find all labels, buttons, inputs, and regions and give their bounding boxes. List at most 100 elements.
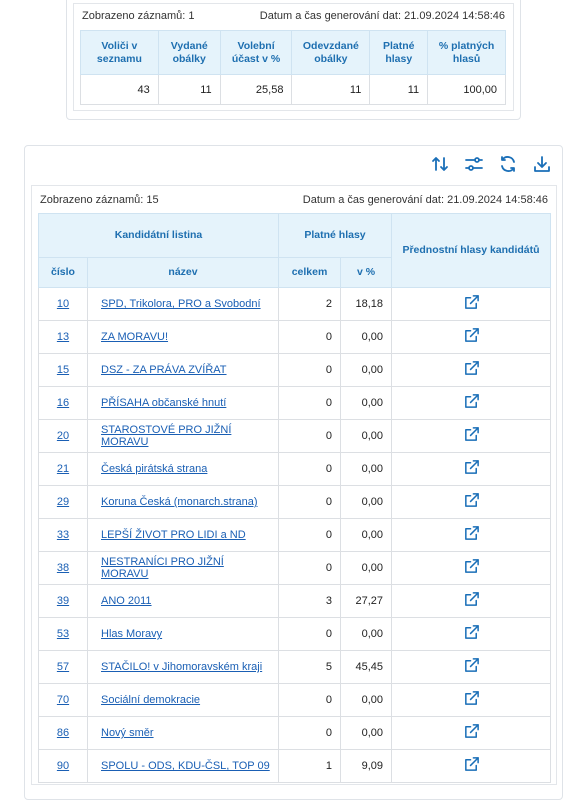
open-preferential-votes-button[interactable] — [463, 492, 480, 512]
party-number-link[interactable]: 57 — [57, 661, 69, 673]
party-number-link[interactable]: 70 — [57, 694, 69, 706]
table-row: 39 ANO 2011 3 27,27 — [38, 584, 551, 618]
table-row: 10 SPD, Trikolora, PRO a Svobodní 2 18,18 — [38, 287, 551, 321]
party-name-link[interactable]: Koruna Česká (monarch.strana) — [101, 496, 258, 508]
preferential-votes-cell — [391, 485, 551, 519]
open-preferential-votes-button[interactable] — [463, 756, 480, 776]
party-percent-votes: 0,00 — [340, 518, 392, 552]
party-percent-votes: 0,00 — [340, 419, 392, 453]
party-name-link[interactable]: SPOLU - ODS, KDU-ČSL, TOP 09 — [101, 760, 270, 772]
party-number-link[interactable]: 13 — [57, 331, 69, 343]
party-percent-votes: 0,00 — [340, 617, 392, 651]
party-name-link[interactable]: SPD, Trikolora, PRO a Svobodní — [101, 298, 261, 310]
parties-meta: Zobrazeno záznamů: 15 Datum a čas genero… — [32, 194, 556, 206]
party-number-link[interactable]: 21 — [57, 463, 69, 475]
filter-settings-button[interactable] — [463, 153, 485, 175]
party-number-cell: 15 — [38, 353, 88, 387]
open-preferential-votes-button[interactable] — [463, 591, 480, 611]
external-link-icon — [464, 328, 479, 342]
refresh-button[interactable] — [497, 153, 519, 175]
refresh-icon — [501, 156, 515, 172]
parties-records-count: Zobrazeno záznamů: 15 — [40, 194, 159, 206]
party-name-link[interactable]: Česká pirátská strana — [101, 463, 207, 475]
open-preferential-votes-button[interactable] — [463, 426, 480, 446]
party-name-link[interactable]: STAROSTOVÉ PRO JIŽNÍ MORAVU — [101, 424, 231, 448]
open-preferential-votes-button[interactable] — [463, 393, 480, 413]
external-link-icon — [464, 460, 479, 474]
party-number-link[interactable]: 38 — [57, 562, 69, 574]
open-preferential-votes-button[interactable] — [463, 327, 480, 347]
party-number-link[interactable]: 86 — [57, 727, 69, 739]
party-name-link[interactable]: ZA MORAVU! — [101, 331, 168, 343]
party-number-link[interactable]: 90 — [57, 760, 69, 772]
party-number-link[interactable]: 16 — [57, 397, 69, 409]
party-name-link[interactable]: PŘÍSAHA občanské hnutí — [101, 397, 226, 409]
party-number-cell: 21 — [38, 452, 88, 486]
open-preferential-votes-button[interactable] — [463, 690, 480, 710]
summary-header: Vydané obálky — [157, 30, 221, 75]
party-total-votes: 0 — [278, 485, 341, 519]
party-number-link[interactable]: 33 — [57, 529, 69, 541]
party-number-cell: 39 — [38, 584, 88, 618]
summary-header: Odevzdané obálky — [291, 30, 371, 75]
party-name-cell: SPD, Trikolora, PRO a Svobodní — [87, 287, 279, 321]
party-name-link[interactable]: STAČILO! v Jihomoravském kraji — [101, 661, 262, 673]
party-total-votes: 0 — [278, 452, 341, 486]
party-name-cell: ZA MORAVU! — [87, 320, 279, 354]
party-name-cell: Česká pirátská strana — [87, 452, 279, 486]
open-preferential-votes-button[interactable] — [463, 624, 480, 644]
table-row: 33 LEPŠÍ ŽIVOT PRO LIDI a ND 0 0,00 — [38, 518, 551, 552]
party-name-link[interactable]: LEPŠÍ ŽIVOT PRO LIDI a ND — [101, 529, 246, 541]
header-number: číslo — [38, 257, 88, 288]
external-link-icon — [464, 658, 479, 672]
party-number-cell: 20 — [38, 419, 88, 453]
party-total-votes: 0 — [278, 716, 341, 750]
party-total-votes: 0 — [278, 320, 341, 354]
summary-value: 25,58 — [219, 74, 293, 105]
party-percent-votes: 9,09 — [340, 749, 392, 783]
preferential-votes-cell — [391, 716, 551, 750]
party-number-link[interactable]: 53 — [57, 628, 69, 640]
sort-button[interactable] — [429, 153, 451, 175]
party-name-link[interactable]: Sociální demokracie — [101, 694, 200, 706]
party-total-votes: 1 — [278, 749, 341, 783]
party-number-link[interactable]: 10 — [57, 298, 69, 310]
party-name-link[interactable]: Hlas Moravy — [101, 628, 162, 640]
party-percent-votes: 0,00 — [340, 452, 392, 486]
table-row: 15 DSZ - ZA PRÁVA ZVÍŘAT 0 0,00 — [38, 353, 551, 387]
party-name-cell: ANO 2011 — [87, 584, 279, 618]
external-link-icon — [464, 625, 479, 639]
party-percent-votes: 0,00 — [340, 320, 392, 354]
party-number-link[interactable]: 20 — [57, 430, 69, 442]
external-link-icon — [464, 427, 479, 441]
external-link-icon — [464, 295, 479, 309]
party-number-link[interactable]: 29 — [57, 496, 69, 508]
party-number-link[interactable]: 15 — [57, 364, 69, 376]
table-row: 57 STAČILO! v Jihomoravském kraji 5 45,45 — [38, 650, 551, 684]
open-preferential-votes-button[interactable] — [463, 360, 480, 380]
party-name-link[interactable]: Nový směr — [101, 727, 154, 739]
open-preferential-votes-button[interactable] — [463, 657, 480, 677]
preferential-votes-cell — [391, 683, 551, 717]
external-link-icon — [464, 559, 479, 573]
party-total-votes: 0 — [278, 386, 341, 420]
party-name-link[interactable]: DSZ - ZA PRÁVA ZVÍŘAT — [101, 364, 227, 376]
summary-generated-time: Datum a čas generování dat: 21.09.2024 1… — [259, 10, 505, 22]
party-percent-votes: 45,45 — [340, 650, 392, 684]
party-name-link[interactable]: ANO 2011 — [101, 595, 152, 607]
filter-settings-icon — [465, 157, 483, 171]
open-preferential-votes-button[interactable] — [463, 459, 480, 479]
table-toolbar — [429, 153, 553, 175]
party-name-link[interactable]: NESTRANÍCI PRO JIŽNÍ MORAVU — [101, 556, 224, 580]
party-number-link[interactable]: 39 — [57, 595, 69, 607]
parties-table: Kandidátní listina Platné hlasy Přednost… — [38, 213, 551, 783]
open-preferential-votes-button[interactable] — [463, 723, 480, 743]
open-preferential-votes-button[interactable] — [463, 558, 480, 578]
preferential-votes-cell — [391, 287, 551, 321]
open-preferential-votes-button[interactable] — [463, 294, 480, 314]
download-button[interactable] — [531, 153, 553, 175]
open-preferential-votes-button[interactable] — [463, 525, 480, 545]
preferential-votes-cell — [391, 320, 551, 354]
party-total-votes: 3 — [278, 584, 341, 618]
header-candidate-list: Kandidátní listina — [38, 213, 279, 258]
